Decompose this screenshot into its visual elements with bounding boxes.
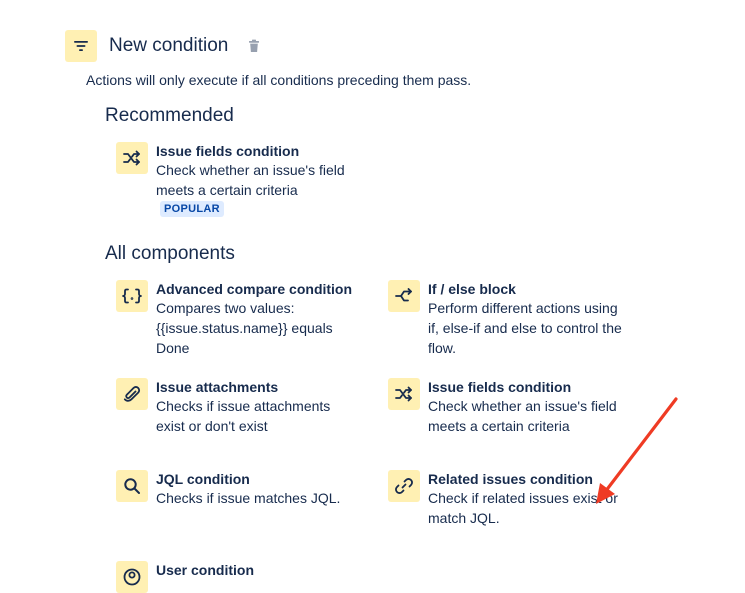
item-title: Advanced compare condition	[156, 281, 353, 297]
item-title: Related issues condition	[428, 471, 593, 487]
item-title: User condition	[156, 562, 255, 578]
popular-badge: POPULAR	[160, 201, 224, 217]
item-description: Check whether an issue's field meets a c…	[428, 398, 617, 434]
item-title: Issue attachments	[156, 379, 279, 395]
item-description: Perform different actions using if, else…	[428, 300, 622, 356]
item-title: Issue fields condition	[428, 379, 572, 395]
item-description: Check whether an issue's field meets a c…	[156, 162, 345, 198]
shuffle-icon	[388, 378, 420, 410]
link-icon	[388, 470, 420, 502]
conditions-description: Actions will only execute if all conditi…	[86, 72, 472, 88]
search-icon	[116, 470, 148, 502]
all-components-heading: All components	[105, 243, 235, 264]
shuffle-icon	[116, 142, 148, 174]
item-title: Issue fields condition	[156, 143, 300, 159]
item-title: If / else block	[428, 281, 516, 297]
paperclip-icon	[116, 378, 148, 410]
recommended-heading: Recommended	[105, 105, 234, 126]
branch-icon	[388, 280, 420, 312]
item-title: JQL condition	[156, 471, 250, 487]
page-title: New condition	[109, 35, 229, 56]
filter-icon	[65, 30, 97, 62]
item-description: Checks if issue matches JQL.	[156, 490, 341, 506]
trash-icon[interactable]	[247, 39, 261, 53]
user-icon	[116, 561, 148, 593]
item-description: Check if related issues exist or match J…	[428, 490, 618, 526]
item-description: Checks if issue attachments exist or don…	[156, 398, 331, 434]
item-description: Compares two values: {{issue.status.name…	[156, 300, 333, 356]
curly-braces-icon	[116, 280, 148, 312]
